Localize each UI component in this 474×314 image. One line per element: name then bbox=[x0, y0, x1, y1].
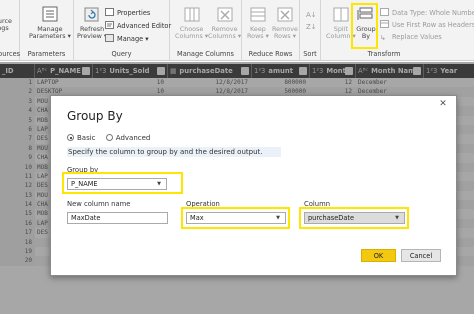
new-column-name-input[interactable]: MaxDate bbox=[67, 212, 168, 224]
manage-columns-group-label: Manage Columns bbox=[177, 50, 234, 58]
cancel-button[interactable]: Cancel bbox=[401, 249, 441, 262]
sort-group-label: Sort bbox=[303, 50, 317, 58]
transform-group-label: Transform bbox=[367, 50, 401, 58]
use-first-row-as-headers-label: Use First Row as Headers bbox=[392, 21, 474, 29]
reduce-rows-group: Keep Rows ▾ Remove Rows ▾ Reduce Rows bbox=[242, 0, 300, 61]
sources-group-label: Sources bbox=[0, 50, 21, 58]
split-column-label-2: Column bbox=[326, 32, 351, 41]
refresh-preview-label-2: Preview bbox=[77, 32, 102, 41]
replace-values-label: Replace Values bbox=[392, 33, 442, 41]
split-column-icon bbox=[333, 7, 349, 22]
keep-rows-label-2: Rows bbox=[247, 32, 264, 41]
remove-columns-icon bbox=[217, 7, 233, 22]
advanced-editor-label: Advanced Editor bbox=[117, 22, 172, 30]
manage-label: Manage bbox=[117, 35, 144, 43]
ok-button[interactable]: OK bbox=[361, 249, 396, 262]
data-source-settings-label-2: ngs bbox=[0, 24, 9, 33]
group-by-highlight bbox=[351, 3, 378, 49]
close-icon[interactable]: ✕ bbox=[438, 99, 448, 109]
data-type-label: Data Type: Whole Number bbox=[392, 9, 474, 17]
replace-values-button[interactable]: ↳ Replace Values bbox=[380, 32, 442, 42]
group-by-dialog: Group By ✕ Basic Advanced Specify the co… bbox=[50, 95, 457, 276]
sort-group: A↓ Z↓ Sort bbox=[300, 0, 321, 61]
manage-icon bbox=[105, 34, 114, 42]
data-type-icon bbox=[380, 8, 389, 16]
query-group-label: Query bbox=[111, 50, 132, 58]
mode-radio-group: Basic Advanced bbox=[67, 134, 158, 143]
remove-rows-button[interactable]: Remove Rows ▾ bbox=[272, 6, 298, 41]
sort-descending-icon[interactable]: Z↓ bbox=[306, 22, 317, 32]
new-column-name-label: New column name bbox=[67, 200, 131, 208]
keep-rows-icon bbox=[250, 7, 266, 22]
choose-columns-icon bbox=[184, 7, 200, 22]
basic-radio-option[interactable]: Basic bbox=[67, 134, 96, 143]
parameters-icon bbox=[42, 6, 58, 22]
reduce-rows-group-label: Reduce Rows bbox=[248, 50, 293, 58]
advanced-editor-icon bbox=[105, 21, 114, 29]
manage-columns-group: Choose Columns ▾ Remove Columns ▾ Manage… bbox=[170, 0, 242, 61]
advanced-editor-button[interactable]: Advanced Editor bbox=[105, 21, 171, 31]
dialog-description: Specify the column to group by and the d… bbox=[67, 147, 281, 157]
sources-group: ource ngs Sources bbox=[0, 0, 20, 61]
first-row-headers-icon bbox=[380, 20, 389, 28]
properties-button[interactable]: Properties bbox=[105, 8, 150, 18]
remove-columns-button[interactable]: Remove Columns ▾ bbox=[208, 6, 241, 41]
replace-values-icon: ↳ bbox=[380, 34, 386, 42]
query-group: Refresh Preview ▾ Properties Advanced Ed… bbox=[74, 0, 171, 61]
remove-rows-label-2: Rows bbox=[274, 32, 291, 41]
advanced-radio-option[interactable]: Advanced bbox=[105, 134, 151, 143]
use-first-row-as-headers-button[interactable]: Use First Row as Headers ▾ bbox=[380, 20, 474, 30]
parameters-group-label: Parameters bbox=[27, 50, 66, 58]
advanced-radio[interactable] bbox=[105, 134, 113, 141]
remove-rows-icon bbox=[277, 7, 293, 22]
choose-columns-button[interactable]: Choose Columns ▾ bbox=[175, 6, 208, 41]
operation-highlight-box bbox=[181, 207, 290, 229]
basic-radio[interactable] bbox=[67, 134, 74, 141]
data-source-settings-button[interactable]: ource ngs bbox=[0, 17, 12, 33]
choose-columns-label-2: Columns bbox=[175, 32, 203, 41]
advanced-radio-label: Advanced bbox=[115, 134, 151, 142]
sort-ascending-icon[interactable]: A↓ bbox=[306, 10, 317, 20]
manage-parameters-button[interactable]: Manage Parameters ▾ bbox=[29, 6, 71, 41]
keep-rows-button[interactable]: Keep Rows ▾ bbox=[247, 6, 269, 41]
manage-button[interactable]: Manage ▾ bbox=[105, 34, 149, 44]
column-highlight-box bbox=[299, 207, 409, 229]
properties-label: Properties bbox=[117, 9, 151, 17]
properties-icon bbox=[105, 8, 114, 16]
manage-parameters-label-2: Parameters bbox=[29, 32, 66, 41]
remove-columns-label-2: Columns bbox=[208, 32, 236, 41]
transform-group: Split Column ▾ Group By Data Type: Whole… bbox=[321, 0, 474, 61]
data-type-dropdown[interactable]: Data Type: Whole Number ▾ bbox=[380, 8, 474, 18]
parameters-group: Manage Parameters ▾ Parameters bbox=[20, 0, 74, 61]
group-by-highlight-box bbox=[62, 172, 183, 194]
refresh-preview-button[interactable]: Refresh Preview ▾ bbox=[77, 6, 107, 41]
refresh-icon bbox=[84, 7, 99, 22]
ribbon: ource ngs Sources Manage Parameters ▾ Pa… bbox=[0, 0, 474, 61]
dialog-title: Group By bbox=[67, 109, 123, 123]
basic-radio-label: Basic bbox=[77, 134, 96, 142]
